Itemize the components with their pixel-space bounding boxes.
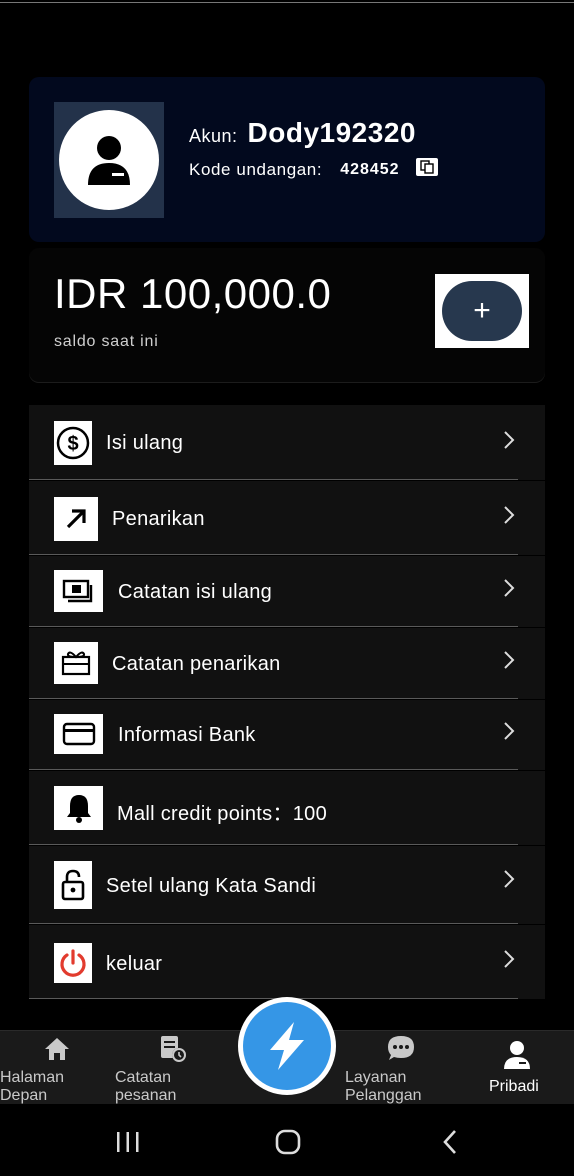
divider (29, 769, 518, 770)
nav-home-label: Halaman Depan (0, 1069, 65, 1104)
profile-card: Akun: Dody192320 Kode undangan: 428452 (29, 77, 545, 242)
nav-orders-label: Catatan pesanan (115, 1069, 177, 1104)
chevron-right-icon (504, 651, 515, 669)
nav-profile[interactable]: Pribadi (470, 1031, 574, 1104)
menu-label: keluar (106, 953, 163, 975)
dollar-circle-icon: $ (54, 421, 92, 465)
divider (29, 554, 518, 555)
menu-item-recharge-records[interactable]: Catatan isi ulang (29, 556, 545, 627)
balance-amount: IDR 100,000.0 (54, 270, 332, 317)
divider (29, 698, 518, 699)
nav-orders[interactable]: Catatan pesanan (114, 1031, 224, 1104)
divider (29, 844, 518, 845)
user-icon (59, 110, 159, 210)
divider (29, 923, 518, 924)
menu-label: Mall credit points：100 (117, 803, 328, 825)
arrow-up-right-icon (54, 497, 98, 541)
topup-button[interactable]: + (442, 281, 522, 341)
back-icon[interactable] (440, 1129, 460, 1155)
quick-action-button[interactable] (243, 1002, 331, 1090)
avatar[interactable] (54, 102, 164, 218)
invite-label: Kode undangan: (189, 160, 323, 179)
chevron-right-icon (504, 950, 515, 968)
order-history-icon (161, 1036, 186, 1062)
menu-item-recharge[interactable]: $ Isi ulang (29, 405, 545, 480)
home-button-icon[interactable] (274, 1128, 302, 1156)
menu-label: Catatan penarikan (112, 653, 281, 675)
balance-subtitle: saldo saat ini (54, 333, 159, 350)
account-row: Akun: Dody192320 (189, 117, 416, 149)
menu-item-reset-password[interactable]: Setel ulang Kata Sandi (29, 846, 545, 924)
plus-icon: + (473, 294, 491, 327)
account-value: Dody192320 (247, 117, 416, 148)
chevron-right-icon (504, 870, 515, 888)
bell-icon (54, 786, 103, 830)
topup-button-frame: + (435, 274, 529, 348)
home-icon (45, 1038, 69, 1060)
person-icon (504, 1041, 530, 1069)
copy-icon[interactable] (415, 158, 438, 176)
recent-apps-icon[interactable] (114, 1130, 142, 1154)
lightning-icon (270, 1022, 304, 1070)
invite-code: 428452 (340, 161, 400, 178)
nav-support-label: Layanan Pelanggan (345, 1069, 422, 1104)
nav-home[interactable]: Halaman Depan (0, 1031, 110, 1104)
menu-label: Isi ulang (106, 432, 184, 454)
menu-item-logout[interactable]: keluar (29, 925, 545, 999)
divider (29, 626, 518, 627)
chat-icon (388, 1036, 414, 1060)
menu-label: Penarikan (112, 508, 205, 530)
menu-item-withdraw-records[interactable]: Catatan penarikan (29, 628, 545, 699)
quick-action-button-ring (238, 997, 336, 1095)
system-nav-bar (0, 1104, 574, 1176)
invite-row: Kode undangan: 428452 (189, 158, 438, 180)
chevron-right-icon (504, 431, 515, 449)
gift-card-icon (54, 642, 98, 684)
chevron-right-icon (504, 722, 515, 740)
account-label: Akun: (189, 126, 238, 146)
nav-support[interactable]: Layanan Pelanggan (344, 1031, 454, 1104)
menu-item-mall-credit: Mall credit points：100 (29, 771, 545, 845)
menu-label: Informasi Bank (118, 724, 256, 746)
divider (29, 479, 518, 480)
cash-icon (54, 570, 103, 612)
chevron-right-icon (504, 579, 515, 597)
nav-profile-label: Pribadi (489, 1078, 539, 1095)
top-edge-line (0, 2, 574, 3)
menu-item-bank-info[interactable]: Informasi Bank (29, 700, 545, 770)
svg-text:$: $ (67, 433, 78, 455)
balance-card: IDR 100,000.0 saldo saat ini + (29, 248, 545, 382)
lock-icon (54, 861, 92, 909)
menu-label: Setel ulang Kata Sandi (106, 875, 317, 897)
menu-label: Catatan isi ulang (118, 581, 273, 603)
power-icon (54, 943, 92, 983)
credit-card-icon (54, 714, 103, 754)
chevron-right-icon (504, 506, 515, 524)
menu-item-withdraw[interactable]: Penarikan (29, 481, 545, 555)
